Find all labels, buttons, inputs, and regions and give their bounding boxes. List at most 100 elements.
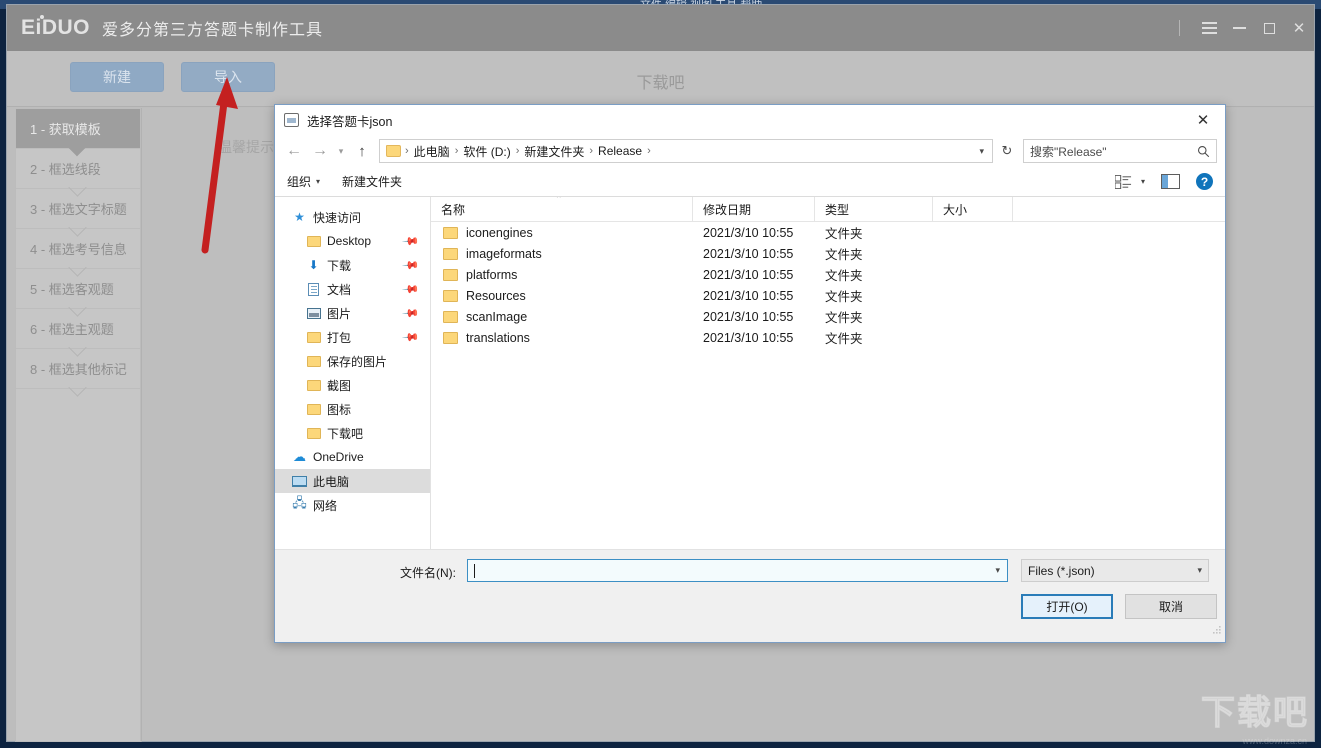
file-type-filter[interactable]: Files (*.json) ▾ [1021, 559, 1209, 582]
help-icon[interactable]: ? [1196, 173, 1213, 190]
breadcrumb-item[interactable]: 软件 (D:) [459, 143, 514, 160]
folder-icon [443, 268, 458, 281]
file-row[interactable]: Resources 2021/3/10 10:55 文件夹 [431, 285, 1225, 306]
sidebar-step-3[interactable]: 3 - 框选文字标题 [16, 189, 140, 229]
dialog-close-button[interactable]: ✕ [1181, 105, 1225, 135]
sidebar-step-2[interactable]: 2 - 框选线段 [16, 149, 140, 189]
sidebar-step-label: 1 - 获取模板 [30, 122, 101, 137]
file-row[interactable]: platforms 2021/3/10 10:55 文件夹 [431, 264, 1225, 285]
tree-item-文档[interactable]: 文档 📌 [275, 277, 430, 301]
open-button[interactable]: 打开(O) [1021, 594, 1113, 619]
file-date: 2021/3/10 10:55 [703, 288, 794, 303]
file-row[interactable]: imageformats 2021/3/10 10:55 文件夹 [431, 243, 1225, 264]
annotation-arrow-icon [201, 77, 238, 254]
tree-item-截图[interactable]: 截图 [275, 373, 430, 397]
file-name: scanImage [466, 309, 528, 324]
pin-icon[interactable]: 📌 [402, 280, 421, 298]
close-icon[interactable]: ✕ [1284, 5, 1314, 51]
tree-item-此电脑[interactable]: 此电脑 [275, 469, 430, 493]
dialog-footer: 文件名(N): ▾ Files (*.json) ▾ 打开(O) 取消 [275, 549, 1225, 637]
sidebar-step-6[interactable]: 6 - 框选主观题 [16, 309, 140, 349]
file-list-pane: ⌃ 名称 修改日期 类型 大小 iconengines 2021/3/10 10:55 文… [431, 197, 1225, 549]
tree-item-label: 网络 [313, 498, 338, 513]
breadcrumb-item[interactable]: 此电脑 [410, 143, 454, 160]
breadcrumb-caret-icon[interactable]: ▾ [979, 146, 988, 157]
folder-icon [305, 427, 322, 439]
sidebar-step-5[interactable]: 5 - 框选客观题 [16, 269, 140, 309]
file-type: 文件夹 [825, 248, 863, 262]
column-header-label: 修改日期 [703, 202, 752, 217]
sidebar-step-4[interactable]: 4 - 框选考号信息 [16, 229, 140, 269]
tree-item-图标[interactable]: 图标 [275, 397, 430, 421]
tree-item-OneDrive[interactable]: ☁ OneDrive [275, 445, 430, 469]
breadcrumb[interactable]: › 此电脑 › 软件 (D:) › 新建文件夹 › Release › ▾ [379, 139, 993, 163]
forward-button[interactable]: → [307, 138, 333, 164]
file-name-cell: imageformats [431, 247, 693, 261]
sidebar-step-7[interactable]: 8 - 框选其他标记 [16, 349, 140, 389]
maximize-icon[interactable] [1254, 5, 1284, 51]
pin-icon[interactable]: 📌 [402, 256, 421, 274]
pin-icon[interactable]: 📌 [402, 328, 421, 346]
cancel-button[interactable]: 取消 [1125, 594, 1217, 619]
tree-item-快速访问[interactable]: ★ 快速访问 [275, 205, 430, 229]
folder-icon [305, 355, 322, 367]
dialog-navbar: ← → ▾ ↑ › 此电脑 › 软件 (D:) › 新建文件夹 › Release › ▾ ↻… [275, 135, 1225, 167]
column-header-类型[interactable]: 类型 [815, 197, 933, 221]
search-box[interactable]: 搜索"Release" [1023, 139, 1217, 163]
sidebar-step-label: 8 - 框选其他标记 [30, 362, 127, 377]
column-header-修改日期[interactable]: 修改日期 [693, 197, 815, 221]
search-input[interactable]: 搜索"Release" [1030, 143, 1197, 160]
breadcrumb-item[interactable]: 新建文件夹 [520, 143, 588, 160]
file-name-cell: iconengines [431, 226, 693, 240]
tree-item-label: 图标 [327, 402, 352, 417]
tree-item-Desktop[interactable]: Desktop 📌 [275, 229, 430, 253]
file-name-cell: Resources [431, 289, 693, 303]
back-button[interactable]: ← [281, 138, 307, 164]
tree-item-下载[interactable]: ⬇ 下载 📌 [275, 253, 430, 277]
window-controls: ✕ [1179, 5, 1314, 51]
view-options-button[interactable]: ▾ [1114, 174, 1145, 189]
filter-value: Files (*.json) [1028, 563, 1095, 578]
dialog-titlebar: 选择答题卡json ✕ [275, 105, 1225, 135]
dialog-window-icon [284, 113, 299, 127]
up-button[interactable]: ↑ [349, 143, 375, 160]
filename-chevron-down-icon[interactable]: ▾ [995, 565, 1003, 576]
tree-item-下载吧[interactable]: 下载吧 [275, 421, 430, 445]
pin-icon[interactable]: 📌 [402, 232, 421, 250]
file-row[interactable]: iconengines 2021/3/10 10:55 文件夹 [431, 222, 1225, 243]
column-header-大小[interactable]: 大小 [933, 197, 1013, 221]
application-window: EiDUO 爱多分第三方答题卡制作工具 ✕ 新建 导入 下载吧 1 - 获取模板… [6, 4, 1315, 742]
sidebar-step-1[interactable]: 1 - 获取模板 [16, 109, 140, 149]
star-icon: ★ [294, 210, 305, 224]
tree-item-label: OneDrive [313, 450, 364, 464]
download-icon: ⬇ [308, 258, 319, 272]
file-row[interactable]: translations 2021/3/10 10:55 文件夹 [431, 327, 1225, 348]
tree-item-保存的图片[interactable]: 保存的图片 [275, 349, 430, 373]
filename-input[interactable]: ▾ [467, 559, 1008, 582]
tree-item-label: Desktop [327, 234, 372, 248]
organize-label: 组织 [287, 175, 312, 189]
tree-item-label: 打包 [327, 330, 352, 345]
new-folder-button[interactable]: 新建文件夹 [342, 173, 402, 190]
search-icon [1198, 145, 1210, 157]
file-row[interactable]: scanImage 2021/3/10 10:55 文件夹 [431, 306, 1225, 327]
commandbar-right-group: ▾ ? [1114, 173, 1217, 190]
file-name-cell: platforms [431, 268, 693, 282]
breadcrumb-separator: › [647, 145, 651, 157]
file-list: iconengines 2021/3/10 10:55 文件夹 imageformat… [431, 222, 1225, 348]
preview-pane-button[interactable] [1161, 174, 1180, 189]
refresh-button[interactable]: ↻ [995, 139, 1019, 163]
resize-grip-icon[interactable] [1212, 625, 1222, 635]
tree-item-网络[interactable]: 🖧 网络 [275, 493, 430, 517]
tree-item-打包[interactable]: 打包 📌 [275, 325, 430, 349]
recent-locations-button[interactable]: ▾ [333, 146, 349, 157]
minimize-icon[interactable] [1224, 5, 1254, 51]
filename-label: 文件名(N): [400, 566, 456, 580]
tree-item-图片[interactable]: 图片 📌 [275, 301, 430, 325]
title-bar: EiDUO 爱多分第三方答题卡制作工具 ✕ [7, 5, 1314, 51]
menu-icon[interactable] [1194, 5, 1224, 51]
organize-button[interactable]: 组织 ▾ [287, 173, 320, 190]
breadcrumb-item[interactable]: Release [594, 144, 646, 158]
pin-icon[interactable]: 📌 [402, 304, 421, 322]
dialog-commandbar: 组织 ▾ 新建文件夹 ▾ ? [275, 167, 1225, 197]
